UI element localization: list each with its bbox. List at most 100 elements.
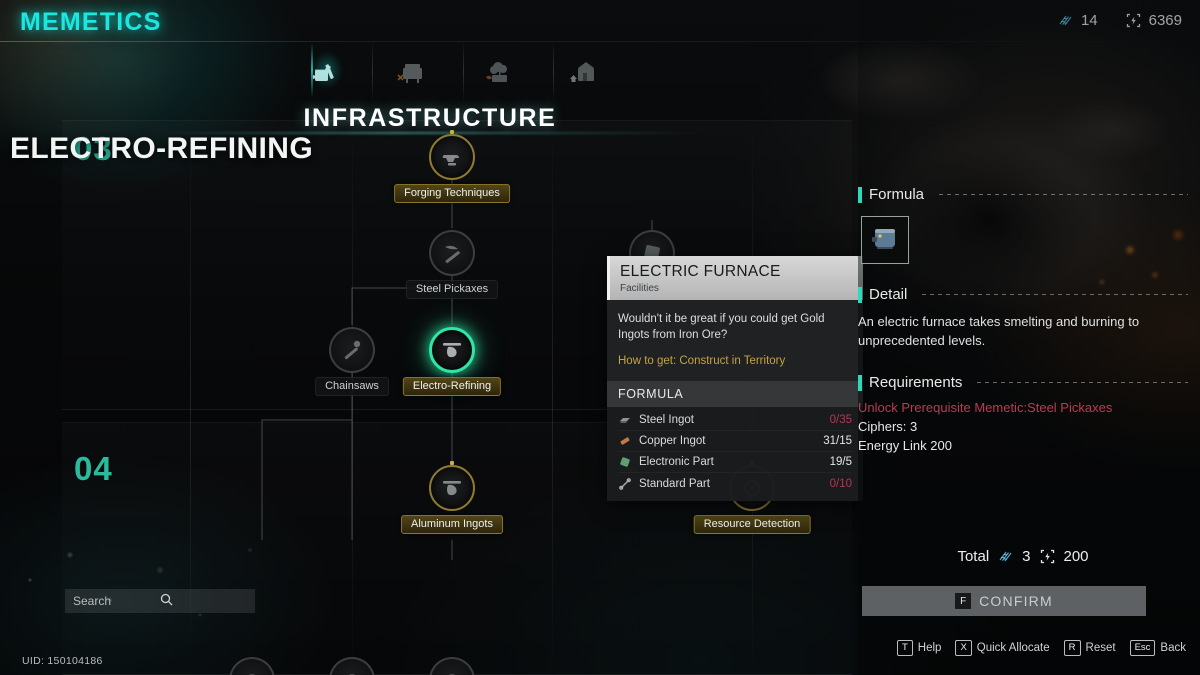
requirement-item: Unlock Prerequisite Memetic:Steel Pickax…: [858, 400, 1113, 415]
hotkey-label: Reset: [1085, 642, 1116, 654]
item-qty: 19/5: [829, 456, 852, 468]
energy-link-icon: [1040, 549, 1055, 564]
tier-label-04: 04: [74, 450, 113, 487]
tooltip-title: ELECTRIC FURNACE: [620, 263, 781, 280]
detail-title: ELECTRO-REFINING: [10, 132, 314, 165]
confirm-key: F: [955, 593, 972, 609]
tooltip-formula-header: FORMULA: [607, 381, 863, 407]
item-qty: 31/15: [823, 435, 852, 447]
hotkey-bar: T Help X Quick Allocate R Reset Esc Back: [858, 640, 1194, 656]
node-label: Aluminum Ingots: [401, 515, 503, 534]
list-item: Electronic Part 19/5: [618, 452, 852, 473]
anvil-icon: [429, 134, 475, 180]
requirement-item: Ciphers: 3: [858, 419, 918, 434]
tooltip-header: ELECTRIC FURNACE Facilities: [607, 256, 863, 300]
detail-label: Detail: [869, 286, 908, 303]
section-divider: [922, 294, 1188, 295]
item-name: Copper Ingot: [639, 435, 706, 447]
furnace-icon: [429, 327, 475, 373]
node-label: Resource Detection: [693, 515, 811, 534]
page-title: MEMETICS: [20, 8, 162, 36]
section-accent-bar: [858, 286, 862, 303]
formula-section-header: Formula: [858, 186, 1188, 203]
category-workbench[interactable]: [385, 49, 439, 93]
tree-node-bottom-mid[interactable]: [329, 657, 375, 675]
category-housing[interactable]: [556, 49, 610, 93]
tree-node-forging-techniques[interactable]: Forging Techniques: [394, 130, 510, 203]
copper-ingot-icon: [618, 434, 632, 448]
hotkey-reset[interactable]: R Reset: [1063, 640, 1116, 656]
standard-part-icon: [618, 477, 632, 491]
uid-label: UID: 150104186: [22, 655, 103, 667]
tooltip-body: Wouldn't it be great if you could get Go…: [607, 300, 863, 381]
detail-text: An electric furnace takes smelting and b…: [858, 314, 1140, 348]
hotkey-label: Help: [917, 642, 942, 654]
item-qty: 0/10: [829, 477, 852, 490]
hotkey-label: Back: [1160, 642, 1186, 654]
node-label: Electro-Refining: [402, 377, 502, 396]
total-energy: 200: [1063, 548, 1089, 565]
search-placeholder: Search: [73, 594, 112, 608]
steel-ingot-icon: [618, 413, 632, 427]
detail-section-header: Detail: [858, 286, 1188, 303]
tooltip-how-to-get: How to get: Construct in Territory: [618, 355, 786, 367]
tree-node-aluminum-ingots[interactable]: Aluminum Ingots: [401, 461, 503, 534]
electric-furnace-icon: [868, 221, 902, 260]
total-ciphers: 3: [1022, 548, 1031, 565]
gear-icon: [229, 657, 275, 675]
tree-node-bottom-right[interactable]: [429, 657, 475, 675]
list-item: Standard Part 0/10: [618, 473, 852, 494]
gear-icon: [329, 657, 375, 675]
tree-node-bottom-left[interactable]: [229, 657, 275, 675]
item-name: Standard Part: [639, 477, 710, 490]
hotkey-back[interactable]: Esc Back: [1129, 640, 1186, 656]
total-cost: Total 3 200: [858, 548, 1188, 565]
hotkey-help[interactable]: T Help: [896, 640, 942, 656]
search-input[interactable]: Search: [65, 589, 255, 613]
hotkey-key: T: [896, 640, 913, 656]
section-divider: [977, 382, 1188, 383]
requirements-list: Unlock Prerequisite Memetic:Steel Pickax…: [858, 398, 1188, 455]
node-label: Forging Techniques: [394, 184, 510, 203]
requirement-item: Energy Link 200: [858, 438, 952, 453]
list-item: Copper Ingot 31/15: [618, 431, 852, 452]
electronic-part-icon: [618, 455, 632, 469]
cipher-icon: [998, 549, 1013, 564]
section-accent-bar: [858, 374, 862, 391]
tree-node-steel-pickaxes[interactable]: Steel Pickaxes: [405, 230, 499, 299]
hotkey-key: R: [1063, 640, 1081, 656]
item-qty: 0/35: [829, 414, 852, 426]
hotkey-key: X: [955, 640, 972, 656]
section-accent-bar: [858, 186, 862, 203]
pickaxe-icon: [429, 230, 475, 276]
formula-item-slot[interactable]: [861, 216, 909, 264]
category-tabs: [300, 40, 610, 102]
requirements-section-header: Requirements: [858, 374, 1188, 391]
hotkey-label: Quick Allocate: [976, 642, 1050, 654]
chainsaw-icon: [329, 327, 375, 373]
node-label: Chainsaws: [315, 377, 389, 396]
total-label: Total: [957, 548, 990, 565]
hotkey-quick-allocate[interactable]: X Quick Allocate: [955, 640, 1050, 656]
list-item: Steel Ingot 0/35: [618, 410, 852, 431]
tooltip-subtitle: Facilities: [620, 283, 659, 294]
category-farming[interactable]: [471, 49, 525, 93]
tree-node-chainsaws[interactable]: Chainsaws: [315, 327, 389, 396]
node-label: Steel Pickaxes: [405, 280, 499, 299]
tree-node-electro-refining[interactable]: Electro-Refining: [402, 327, 502, 396]
confirm-button[interactable]: F CONFIRM: [862, 586, 1146, 616]
formula-label: Formula: [869, 186, 925, 203]
requirements-label: Requirements: [869, 374, 963, 391]
item-tooltip: ELECTRIC FURNACE Facilities Wouldn't it …: [607, 256, 863, 501]
section-divider: [939, 194, 1188, 195]
tooltip-formula-list: Steel Ingot 0/35 Copper Ingot 31/15 Elec…: [607, 407, 863, 501]
item-name: Steel Ingot: [639, 414, 694, 426]
category-infrastructure[interactable]: [300, 43, 354, 97]
search-icon[interactable]: [160, 593, 247, 609]
hotkey-key: Esc: [1129, 640, 1156, 656]
gear-icon: [429, 657, 475, 675]
tooltip-description: Wouldn't it be great if you could get Go…: [618, 313, 825, 341]
furnace-icon: [429, 465, 475, 511]
confirm-label: CONFIRM: [979, 593, 1053, 609]
item-name: Electronic Part: [639, 456, 714, 468]
